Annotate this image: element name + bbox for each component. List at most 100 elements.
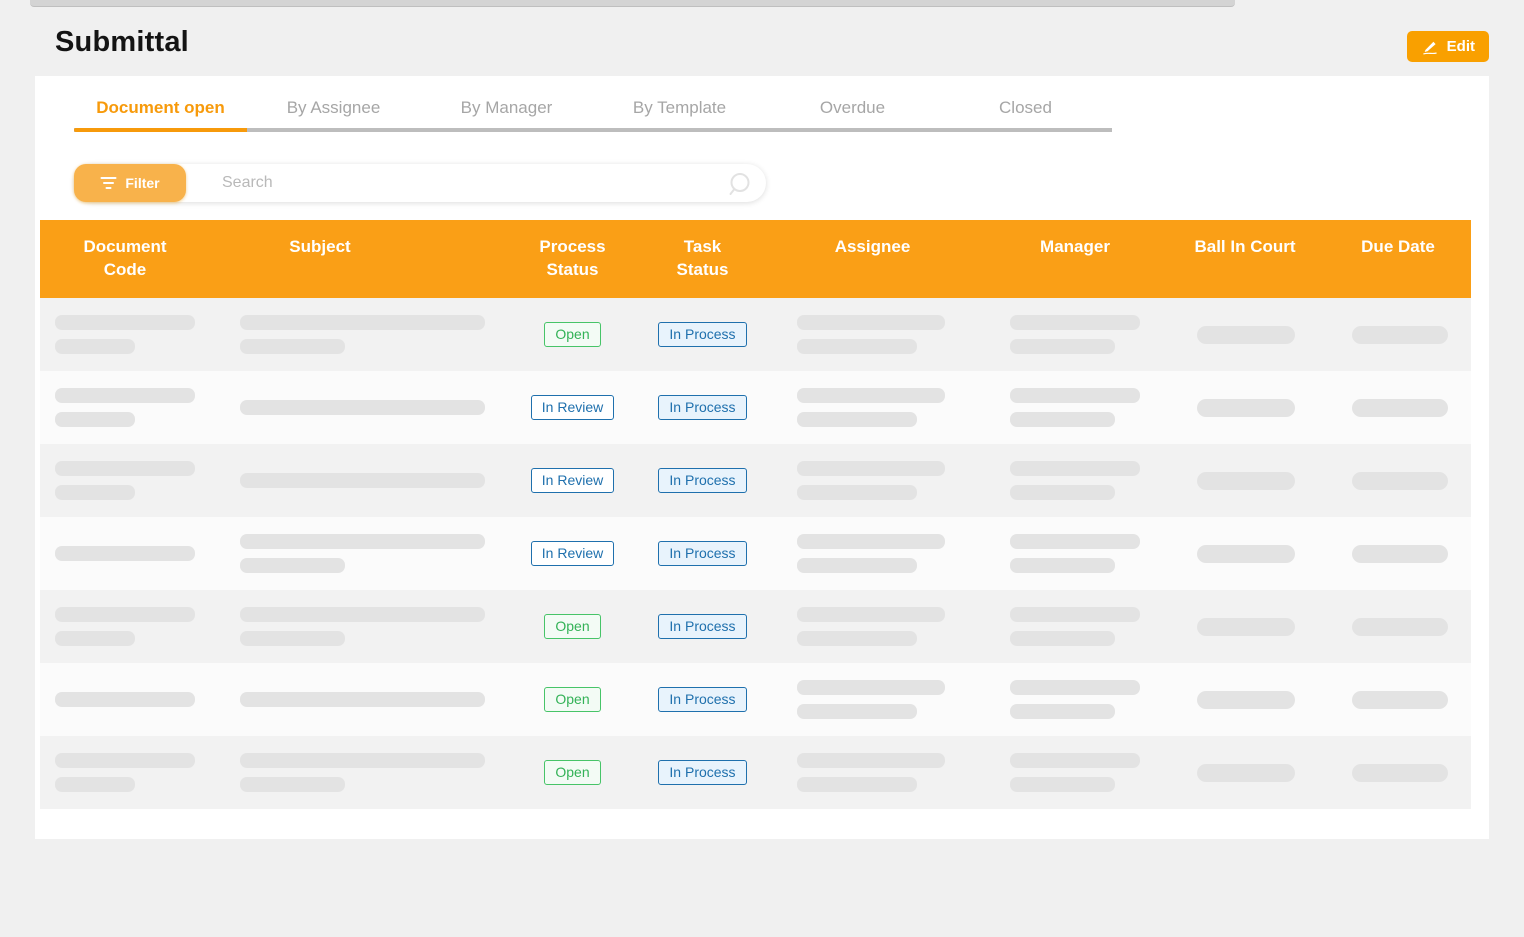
- column-header-subject: Subject: [175, 235, 465, 298]
- skeleton-bar: [55, 339, 135, 354]
- edit-button-label: Edit: [1447, 38, 1475, 55]
- filter-icon: [100, 176, 117, 190]
- cell-ball-in-court: [1165, 298, 1325, 371]
- skeleton-bar: [55, 753, 195, 768]
- skeleton-bar: [1010, 412, 1115, 427]
- skeleton-bar: [55, 412, 135, 427]
- cell-manager: [985, 736, 1165, 809]
- table-row[interactable]: In Review In Process: [40, 517, 1471, 590]
- task-status-badge: In Process: [658, 541, 746, 566]
- task-status-badge: In Process: [658, 687, 746, 712]
- skeleton-bar: [1352, 472, 1448, 490]
- cell-due-date: [1325, 298, 1471, 371]
- table-row[interactable]: OpenIn Process: [40, 663, 1471, 736]
- skeleton-bar: [1010, 558, 1115, 573]
- cell-process-status: In Review: [500, 371, 645, 444]
- search-icon[interactable]: [726, 171, 752, 197]
- cell-subject: [210, 517, 500, 590]
- cell-document-code: [40, 590, 210, 663]
- cell-process-status: Open: [500, 590, 645, 663]
- skeleton-bar: [797, 558, 917, 573]
- cell-manager: [985, 371, 1165, 444]
- search-placeholder: Search: [222, 174, 273, 192]
- skeleton-bar: [240, 400, 485, 415]
- table-row[interactable]: OpenIn Process: [40, 736, 1471, 809]
- edit-button[interactable]: Edit: [1407, 31, 1489, 62]
- top-scrollbar[interactable]: [30, 0, 1235, 7]
- skeleton-bar: [797, 388, 945, 403]
- skeleton-bar: [55, 388, 195, 403]
- skeleton-bar: [797, 339, 917, 354]
- skeleton-bar: [1197, 326, 1295, 344]
- search-input[interactable]: Filter Search: [74, 164, 766, 202]
- tab-overdue[interactable]: Overdue: [766, 92, 939, 128]
- cell-process-status: Open: [500, 298, 645, 371]
- task-status-badge: In Process: [658, 322, 746, 347]
- skeleton-bar: [1352, 545, 1448, 563]
- column-header-due-date: Due Date: [1325, 235, 1471, 298]
- cell-due-date: [1325, 371, 1471, 444]
- skeleton-bar: [1197, 545, 1295, 563]
- skeleton-bar: [240, 558, 345, 573]
- cell-document-code: [40, 444, 210, 517]
- cell-manager: [985, 444, 1165, 517]
- tab-by-template[interactable]: By Template: [593, 92, 766, 128]
- cell-subject: [210, 444, 500, 517]
- skeleton-bar: [1197, 472, 1295, 490]
- cell-due-date: [1325, 663, 1471, 736]
- skeleton-bar: [55, 461, 195, 476]
- process-status-badge: In Review: [531, 541, 614, 566]
- filter-button[interactable]: Filter: [74, 164, 186, 202]
- cell-process-status: Open: [500, 736, 645, 809]
- cell-ball-in-court: [1165, 590, 1325, 663]
- skeleton-bar: [55, 315, 195, 330]
- tab-by-manager[interactable]: By Manager: [420, 92, 593, 128]
- table-row[interactable]: OpenIn Process: [40, 590, 1471, 663]
- cell-subject: [210, 298, 500, 371]
- cell-ball-in-court: [1165, 371, 1325, 444]
- skeleton-bar: [55, 546, 195, 561]
- cell-assignee: [760, 663, 985, 736]
- cell-task-status: In Process: [645, 736, 760, 809]
- tab-by-assignee[interactable]: By Assignee: [247, 92, 420, 128]
- tab-closed[interactable]: Closed: [939, 92, 1112, 128]
- filter-button-label: Filter: [125, 175, 159, 191]
- skeleton-bar: [55, 485, 135, 500]
- skeleton-bar: [1010, 461, 1140, 476]
- skeleton-bar: [1197, 399, 1295, 417]
- tab-bar: Document openBy AssigneeBy ManagerBy Tem…: [74, 76, 1112, 132]
- skeleton-bar: [55, 777, 135, 792]
- table-row[interactable]: In ReviewIn Process: [40, 371, 1471, 444]
- page-header: Submittal: [55, 26, 189, 59]
- table-body: OpenIn ProcessIn ReviewIn ProcessIn Revi…: [40, 298, 1471, 809]
- skeleton-bar: [797, 631, 917, 646]
- cell-assignee: [760, 517, 985, 590]
- tab-document-open[interactable]: Document open: [74, 92, 247, 128]
- cell-manager: [985, 517, 1165, 590]
- skeleton-bar: [797, 777, 917, 792]
- skeleton-bar: [1352, 399, 1448, 417]
- skeleton-bar: [797, 753, 945, 768]
- skeleton-bar: [1352, 691, 1448, 709]
- skeleton-bar: [1010, 631, 1115, 646]
- skeleton-bar: [1010, 607, 1140, 622]
- skeleton-bar: [55, 692, 195, 707]
- column-header-ball-in-court: Ball In Court: [1165, 235, 1325, 298]
- cell-task-status: In Process: [645, 298, 760, 371]
- skeleton-bar: [1010, 388, 1140, 403]
- table-row[interactable]: In ReviewIn Process: [40, 444, 1471, 517]
- table-row[interactable]: Open In Process: [40, 298, 1471, 371]
- cell-ball-in-court: [1165, 517, 1325, 590]
- column-header-task-status: TaskStatus: [645, 235, 760, 298]
- cell-subject: [210, 736, 500, 809]
- skeleton-bar: [797, 461, 945, 476]
- skeleton-bar: [240, 777, 345, 792]
- skeleton-bar: [240, 692, 485, 707]
- skeleton-bar: [1010, 485, 1115, 500]
- skeleton-bar: [1352, 326, 1448, 344]
- content-card: Document openBy AssigneeBy ManagerBy Tem…: [35, 76, 1489, 839]
- cell-due-date: [1325, 736, 1471, 809]
- cell-subject: [210, 663, 500, 736]
- skeleton-bar: [797, 680, 945, 695]
- skeleton-bar: [1010, 339, 1115, 354]
